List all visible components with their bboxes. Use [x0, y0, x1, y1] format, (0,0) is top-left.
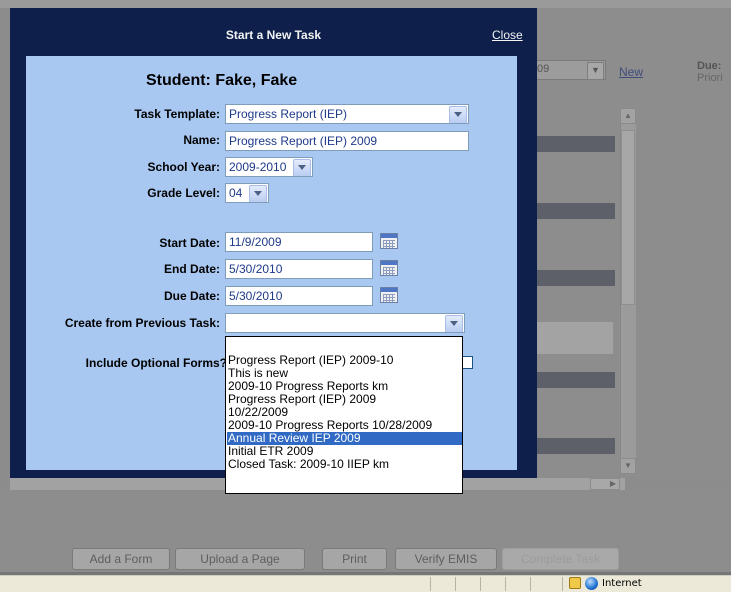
background-table-row [537, 372, 615, 388]
internet-globe-icon [585, 577, 598, 590]
grade-level-select[interactable]: 04 [225, 183, 269, 203]
grade-level-value: 04 [229, 186, 243, 200]
dropdown-option[interactable]: 2009-10 Progress Reports km [227, 380, 462, 393]
scroll-up-icon[interactable]: ▲ [620, 108, 636, 124]
add-form-button[interactable]: Add a Form [72, 548, 170, 570]
status-divider [530, 577, 531, 591]
dropdown-option[interactable]: Progress Report (IEP) 2009 [227, 393, 462, 406]
name-label: Name: [183, 133, 220, 147]
background-table-row [537, 203, 615, 219]
task-template-value: Progress Report (IEP) [229, 107, 348, 121]
previous-task-select[interactable] [225, 313, 465, 333]
name-input[interactable]: Progress Report (IEP) 2009 [225, 131, 469, 151]
previous-task-dropdown-list[interactable]: Progress Report (IEP) 2009-10 This is ne… [225, 336, 463, 494]
dropdown-option[interactable]: Initial ETR 2009 [227, 445, 462, 458]
status-divider [430, 577, 431, 591]
verify-emis-button[interactable]: Verify EMIS [395, 548, 497, 570]
dropdown-option[interactable]: Closed Task: 2009-10 IIEP km [227, 458, 462, 471]
background-new-link[interactable]: New [619, 65, 643, 79]
calendar-icon[interactable] [380, 260, 398, 276]
background-due-label: Due: Priori [697, 60, 723, 84]
dropdown-option[interactable]: This is new [227, 367, 462, 380]
chevron-down-icon [249, 185, 267, 202]
dropdown-option[interactable]: 2009-10 Progress Reports 10/28/2009 [227, 419, 462, 432]
dropdown-option[interactable]: 10/22/2009 [227, 406, 462, 419]
student-label: Student: [146, 72, 211, 89]
status-divider [455, 577, 456, 591]
due-label-text: Due: [697, 60, 722, 72]
print-button[interactable]: Print [322, 548, 387, 570]
background-table-row [537, 270, 615, 286]
dropdown-option-selected[interactable]: Annual Review IEP 2009 [227, 432, 462, 445]
dropdown-option[interactable]: Progress Report (IEP) 2009-10 [227, 354, 462, 367]
due-date-label: Due Date: [163, 289, 220, 303]
task-template-select[interactable]: Progress Report (IEP) [225, 104, 469, 124]
calendar-icon[interactable] [380, 233, 398, 249]
status-divider [480, 577, 481, 591]
due-date-input[interactable]: 5/30/2010 [225, 286, 373, 306]
dialog-title: Start a New Task [225, 28, 322, 42]
scroll-down-icon[interactable]: ▼ [620, 458, 636, 474]
school-year-label: School Year: [147, 160, 220, 174]
end-date-label: End Date: [163, 262, 220, 276]
background-year-select-value: 09 [537, 63, 550, 75]
school-year-value: 2009-2010 [229, 160, 287, 174]
school-year-select[interactable]: 2009-2010 [225, 157, 313, 177]
status-divider [505, 577, 506, 591]
previous-task-label: Create from Previous Task: [64, 316, 220, 330]
background-table-row [537, 322, 613, 354]
task-template-label: Task Template: [134, 107, 220, 121]
start-date-input[interactable]: 11/9/2009 [225, 232, 373, 252]
optional-forms-label: Include Optional Forms? [85, 356, 227, 370]
chevron-down-icon [449, 106, 467, 123]
status-divider [562, 577, 563, 591]
start-date-label: Start Date: [159, 236, 220, 250]
background-top-strip [0, 0, 731, 8]
scroll-right-icon[interactable]: ▶ [590, 478, 620, 490]
chevron-down-icon [445, 315, 463, 332]
chevron-down-icon: ▼ [587, 62, 604, 80]
complete-task-button: Complete Task [502, 548, 619, 570]
background-scroll-thumb[interactable] [621, 130, 635, 305]
priority-label-text: Priori [697, 72, 723, 84]
upload-page-button[interactable]: Upload a Page [175, 548, 305, 570]
student-heading: Student: Fake, Fake [146, 72, 297, 90]
status-zone-text: Internet [602, 578, 642, 589]
background-table-row [537, 136, 615, 152]
background-year-select[interactable]: 09 ▼ [532, 60, 606, 80]
security-lock-icon [569, 577, 581, 589]
calendar-icon[interactable] [380, 287, 398, 303]
chevron-down-icon [293, 159, 311, 176]
end-date-input[interactable]: 5/30/2010 [225, 259, 373, 279]
student-name: Fake, Fake [215, 72, 298, 89]
background-table-row [537, 438, 615, 454]
close-link[interactable]: Close [492, 28, 523, 42]
grade-level-label: Grade Level: [147, 186, 220, 200]
